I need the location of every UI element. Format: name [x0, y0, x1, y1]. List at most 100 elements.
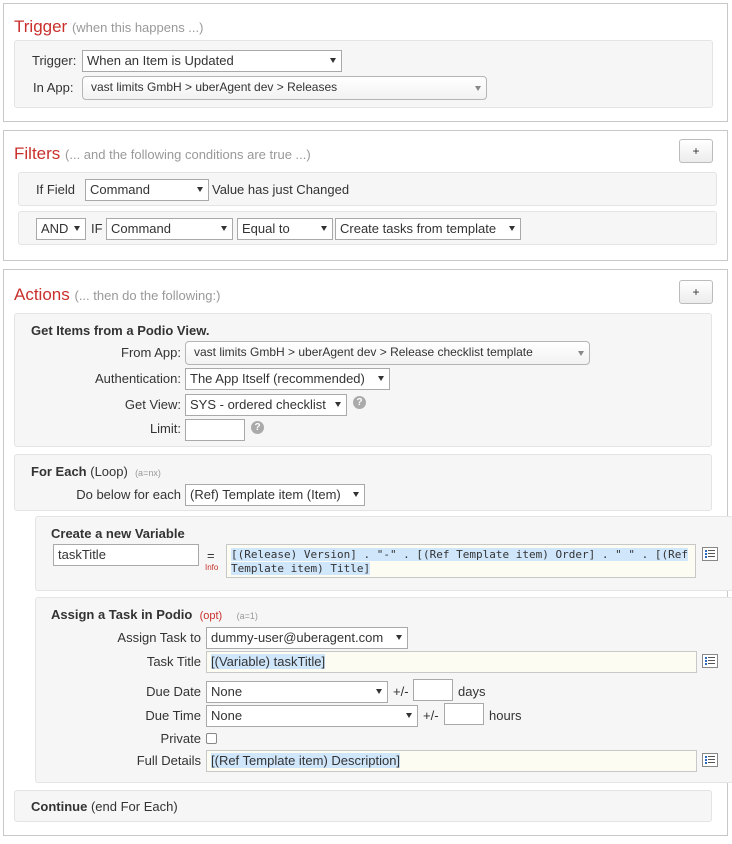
list-picker-icon[interactable] [702, 547, 718, 561]
task-title-value: [(Variable) taskTitle] [211, 654, 326, 669]
in-app-select[interactable]: vast limits GmbH > uberAgent dev > Relea… [82, 76, 487, 100]
chevron-down-icon [221, 226, 227, 231]
actions-title: Actions (... then do the following:) [14, 285, 220, 305]
get-view-help-icon[interactable]: ? [353, 396, 366, 409]
chevron-down-icon [378, 376, 384, 381]
get-view-label: Get View: [124, 397, 181, 412]
variable-expression-input[interactable]: [(Release) Version] . "-" . [(Ref Templa… [226, 544, 696, 578]
chevron-down-icon [578, 351, 584, 356]
from-app-label: From App: [121, 345, 181, 360]
chevron-down-icon [335, 402, 341, 407]
trigger-label: Trigger: [32, 53, 77, 68]
filter-field-select[interactable]: Command [85, 179, 209, 201]
chevron-down-icon [353, 492, 359, 497]
chevron-down-icon [330, 58, 336, 63]
equals-sign: = [207, 548, 215, 563]
info-link[interactable]: Info [205, 563, 218, 572]
for-each-title: For Each [31, 464, 87, 479]
trigger-select[interactable]: When an Item is Updated [82, 50, 342, 72]
create-variable-heading: Create a new Variable [51, 526, 185, 541]
chevron-down-icon [509, 226, 515, 231]
filter-comparator-value: Equal to [242, 221, 290, 236]
hours-input[interactable] [444, 703, 484, 725]
chevron-down-icon [321, 226, 327, 231]
filter-field-value: Command [90, 182, 150, 197]
trigger-subtitle: (when this happens ...) [71, 20, 204, 35]
due-date-plusminus: +/- [393, 684, 409, 699]
full-details-value: [(Ref Template item) Description] [211, 753, 401, 768]
trigger-box: Trigger: When an Item is Updated In App:… [14, 40, 713, 108]
actions-heading: Actions [14, 285, 70, 304]
limit-label: Limit: [149, 421, 181, 436]
continue-heading: Continue (end For Each) [31, 799, 178, 814]
limit-help-icon[interactable]: ? [251, 421, 264, 434]
filter-row-2: AND IF Command Equal to Create tasks fro… [18, 211, 717, 245]
do-below-select[interactable]: (Ref) Template item (Item) [185, 484, 365, 506]
chevron-down-icon [376, 689, 382, 694]
list-picker-icon[interactable] [702, 654, 718, 668]
if-field-label: If Field [36, 182, 76, 197]
do-below-value: (Ref) Template item (Item) [190, 487, 341, 502]
variable-name-input[interactable]: taskTitle [53, 544, 199, 566]
due-date-select[interactable]: None [206, 681, 388, 703]
due-time-plusminus: +/- [423, 708, 439, 723]
filters-subtitle: (... and the following conditions are tr… [65, 147, 311, 162]
trigger-panel: Trigger (when this happens ...) Trigger:… [3, 3, 728, 122]
from-app-value: vast limits GmbH > uberAgent dev > Relea… [194, 345, 533, 359]
assign-to-select[interactable]: dummy-user@uberagent.com [206, 627, 408, 649]
hours-label: hours [489, 708, 522, 723]
assign-task-heading: Assign a Task in Podio (opt) (a=1) [51, 607, 258, 622]
full-details-label: Full Details [136, 753, 201, 768]
continue-sub: (end For Each) [90, 799, 178, 814]
get-view-value: SYS - ordered checklist [190, 397, 326, 412]
list-picker-icon[interactable] [702, 753, 718, 767]
due-date-label: Due Date [146, 684, 201, 699]
continue-title: Continue [31, 799, 88, 814]
assign-task-opt: (opt) [199, 610, 223, 622]
filter-value-select[interactable]: Create tasks from template [335, 218, 521, 240]
assign-task-box: Assign a Task in Podio (opt) (a=1) Assig… [35, 597, 732, 783]
trigger-select-value: When an Item is Updated [87, 53, 234, 68]
in-app-select-value: vast limits GmbH > uberAgent dev > Relea… [91, 80, 338, 94]
add-filter-button[interactable]: + [679, 139, 713, 163]
add-action-button[interactable]: + [679, 280, 713, 304]
for-each-box: For Each (Loop) (a=nx) Do below for each… [14, 454, 712, 511]
due-time-select[interactable]: None [206, 705, 418, 727]
chevron-down-icon [197, 187, 203, 192]
limit-input[interactable] [185, 419, 245, 441]
get-view-select[interactable]: SYS - ordered checklist [185, 394, 347, 416]
task-title-input[interactable]: [(Variable) taskTitle] [206, 651, 697, 673]
variable-expression-value: [(Release) Version] . "-" . [(Ref Templa… [231, 548, 688, 575]
filters-title: Filters (... and the following condition… [14, 144, 311, 164]
filter-comparator-select[interactable]: Equal to [237, 218, 333, 240]
chevron-down-icon [396, 635, 402, 640]
filter-if-label: IF [91, 221, 103, 236]
filter-value-value: Create tasks from template [340, 221, 497, 236]
filter-field-2-select[interactable]: Command [106, 218, 233, 240]
for-each-sub: (Loop) [90, 464, 128, 479]
authentication-value: The App Itself (recommended) [190, 371, 365, 386]
chevron-down-icon [74, 226, 80, 231]
due-date-value: None [211, 684, 243, 699]
days-input[interactable] [413, 679, 453, 701]
full-details-input[interactable]: [(Ref Template item) Description] [206, 750, 697, 772]
due-time-label: Due Time [145, 708, 201, 723]
actions-subtitle: (... then do the following:) [74, 288, 221, 303]
trigger-heading: Trigger [14, 17, 68, 36]
private-label: Private [160, 731, 201, 746]
filter-condition-text: Value has just Changed [212, 182, 350, 197]
in-app-label: In App: [33, 80, 74, 95]
task-title-label: Task Title [146, 654, 201, 669]
private-checkbox[interactable] [206, 733, 217, 744]
continue-box: Continue (end For Each) [14, 790, 712, 822]
assign-task-title: Assign a Task in Podio [51, 607, 193, 622]
filters-heading: Filters [14, 144, 61, 163]
get-items-heading: Get Items from a Podio View. [31, 323, 210, 338]
authentication-select[interactable]: The App Itself (recommended) [185, 368, 390, 390]
assign-to-value: dummy-user@uberagent.com [211, 630, 384, 645]
from-app-select[interactable]: vast limits GmbH > uberAgent dev > Relea… [185, 341, 590, 365]
get-items-box: Get Items from a Podio View. From App: v… [14, 313, 712, 447]
for-each-badge: (a=nx) [135, 468, 161, 478]
trigger-title: Trigger (when this happens ...) [14, 17, 203, 37]
filter-operator-select[interactable]: AND [36, 218, 86, 240]
